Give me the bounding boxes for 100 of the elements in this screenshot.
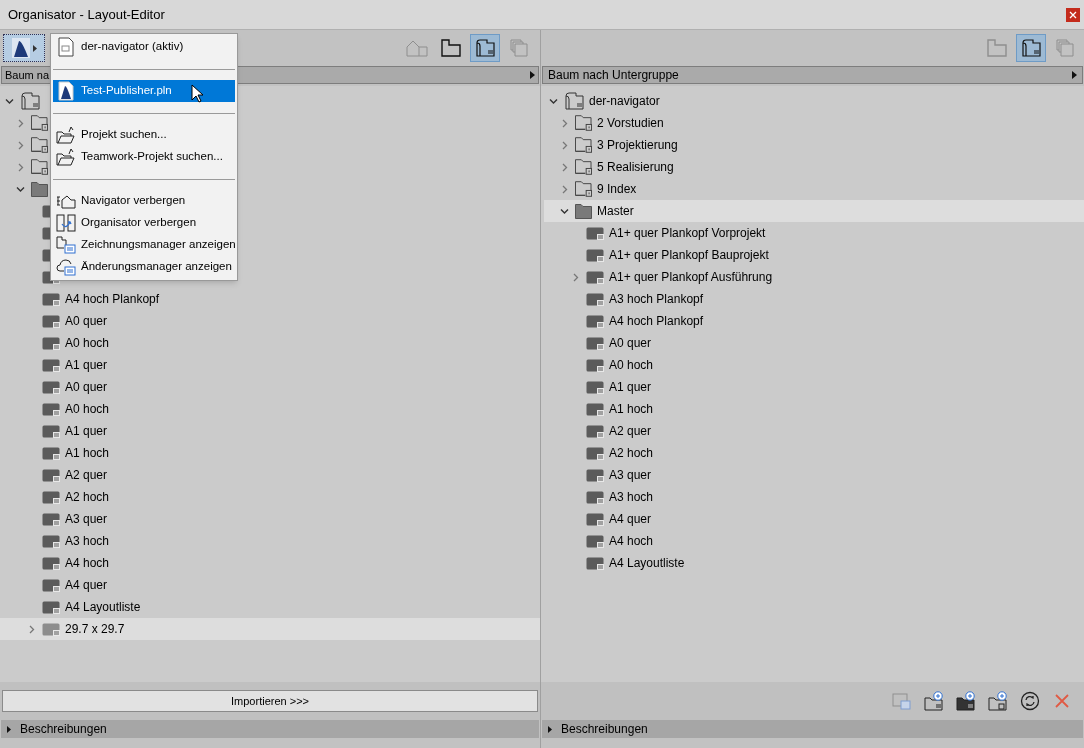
layout-icon bbox=[42, 622, 60, 636]
tree-label: A2 hoch bbox=[609, 445, 654, 462]
layout-icon bbox=[42, 534, 60, 548]
import-button[interactable]: Importieren >>> bbox=[2, 690, 538, 712]
stack-icon bbox=[510, 39, 528, 57]
expand-chevron-icon[interactable] bbox=[560, 140, 569, 150]
tree-label: Master bbox=[597, 203, 634, 220]
selected-tree-row[interactable]: 29.7 x 29.7 bbox=[0, 618, 540, 640]
expand-chevron-icon[interactable] bbox=[560, 118, 569, 128]
layout-icon bbox=[586, 358, 604, 372]
expand-chevron-icon[interactable] bbox=[16, 140, 25, 150]
close-icon bbox=[1069, 10, 1077, 19]
tree-label: A0 hoch bbox=[609, 357, 654, 374]
layout-icon bbox=[586, 380, 604, 394]
menu-item[interactable]: Projekt suchen... bbox=[53, 124, 235, 146]
layout-icon bbox=[42, 578, 60, 592]
layout-icon bbox=[42, 402, 60, 416]
expand-triangle-icon bbox=[548, 725, 552, 733]
tree-label: A1+ quer Plankopf Bauprojekt bbox=[609, 247, 769, 264]
layout-icon bbox=[42, 314, 60, 328]
layout-icon bbox=[586, 512, 604, 526]
tree-label: A4 hoch bbox=[65, 555, 110, 572]
tree-label: A4 quer bbox=[65, 577, 108, 594]
collapse-chevron-icon[interactable] bbox=[5, 96, 14, 106]
tree-label: A3 quer bbox=[65, 511, 108, 528]
tree-label: A4 Layoutliste bbox=[65, 599, 141, 616]
expand-chevron-icon[interactable] bbox=[560, 162, 569, 172]
selected-tree-row[interactable]: Master bbox=[544, 200, 1084, 222]
collapse-chevron-icon[interactable] bbox=[16, 184, 25, 194]
tree-label: 29.7 x 29.7 bbox=[65, 621, 125, 638]
menu-item[interactable]: Zeichnungsmanager anzeigen bbox=[53, 234, 235, 256]
tree-label: A2 quer bbox=[609, 423, 652, 440]
tree-label: A0 hoch bbox=[65, 401, 110, 418]
layout-icon bbox=[586, 534, 604, 548]
project-button[interactable] bbox=[3, 34, 45, 62]
menu-item[interactable]: der-navigator (aktiv) bbox=[53, 36, 235, 58]
open-folder-icon bbox=[56, 148, 76, 166]
layout-icon bbox=[586, 314, 604, 328]
collapse-chevron-icon[interactable] bbox=[549, 96, 558, 106]
layout-icon bbox=[586, 292, 604, 306]
toolbar-button[interactable] bbox=[954, 689, 978, 713]
toolbar-button[interactable] bbox=[1018, 689, 1042, 713]
close-button[interactable] bbox=[1066, 7, 1080, 22]
layout-icon bbox=[586, 270, 604, 284]
tree-label: A1 hoch bbox=[609, 401, 654, 418]
tree-mode-dropdown[interactable]: Baum nach Untergruppe bbox=[542, 66, 1083, 84]
folder-icon bbox=[441, 39, 461, 57]
tree-label: A2 quer bbox=[65, 467, 108, 484]
layout-icon bbox=[586, 556, 604, 570]
arrow-right-icon bbox=[32, 44, 37, 52]
tree-label: A4 hoch Plankopf bbox=[609, 313, 704, 330]
tree-label: 2 Vorstudien bbox=[597, 115, 664, 132]
menu-item[interactable]: Organisator verbergen bbox=[53, 212, 235, 234]
refresh-icon bbox=[1020, 691, 1040, 711]
stack-icon bbox=[1056, 39, 1074, 57]
folder-icon bbox=[575, 181, 592, 197]
folder-icon bbox=[31, 181, 48, 197]
house-icon bbox=[406, 39, 428, 57]
tree-label: A0 quer bbox=[65, 379, 108, 396]
description-bar[interactable]: Beschreibungen bbox=[1, 720, 539, 738]
expand-chevron-icon[interactable] bbox=[571, 272, 580, 282]
arrow-right-icon bbox=[1072, 71, 1077, 79]
layout-icon bbox=[586, 402, 604, 416]
expand-triangle-icon bbox=[7, 725, 11, 733]
tree-label: A4 hoch Plankopf bbox=[65, 291, 160, 308]
menu-item[interactable]: Navigator verbergen bbox=[53, 190, 235, 212]
description-bar[interactable]: Beschreibungen bbox=[542, 720, 1083, 738]
layout-icon bbox=[42, 556, 60, 570]
menu-item[interactable]: Teamwork-Projekt suchen... bbox=[53, 146, 235, 168]
expand-chevron-icon[interactable] bbox=[560, 184, 569, 194]
view-button[interactable] bbox=[470, 34, 500, 62]
layout-book-icon bbox=[1021, 39, 1041, 57]
layout-list-icon bbox=[892, 691, 912, 711]
menu-item[interactable]: Änderungsmanager anzeigen bbox=[53, 256, 235, 278]
delete-icon bbox=[1054, 693, 1070, 709]
collapse-chevron-icon[interactable] bbox=[560, 206, 569, 216]
tree-label: A4 hoch bbox=[609, 533, 654, 550]
folder-icon bbox=[987, 39, 1007, 57]
tree-label: A1 quer bbox=[65, 357, 108, 374]
drawing-list-icon bbox=[56, 236, 76, 254]
expand-chevron-icon[interactable] bbox=[16, 162, 25, 172]
menu-item[interactable]: Test-Publisher.pln bbox=[53, 80, 235, 102]
app-logo-icon bbox=[11, 38, 30, 58]
navigator-icon bbox=[56, 193, 76, 209]
expand-chevron-icon[interactable] bbox=[27, 624, 36, 634]
add-folder-icon bbox=[924, 691, 944, 711]
tree-label: A1 quer bbox=[609, 379, 652, 396]
file-icon bbox=[58, 81, 74, 101]
add-folder-icon bbox=[988, 691, 1008, 711]
folder-icon bbox=[31, 115, 48, 131]
expand-chevron-icon[interactable] bbox=[16, 118, 25, 128]
toolbar-button[interactable] bbox=[986, 689, 1010, 713]
layout-icon bbox=[586, 468, 604, 482]
tree-label: A0 hoch bbox=[65, 335, 110, 352]
arrow-right-icon bbox=[530, 71, 535, 79]
view-button[interactable] bbox=[1016, 34, 1046, 62]
tree-label: A1 quer bbox=[65, 423, 108, 440]
folder-icon bbox=[31, 159, 48, 175]
tree-label: A0 quer bbox=[65, 313, 108, 330]
tree-label: A1 hoch bbox=[65, 445, 110, 462]
